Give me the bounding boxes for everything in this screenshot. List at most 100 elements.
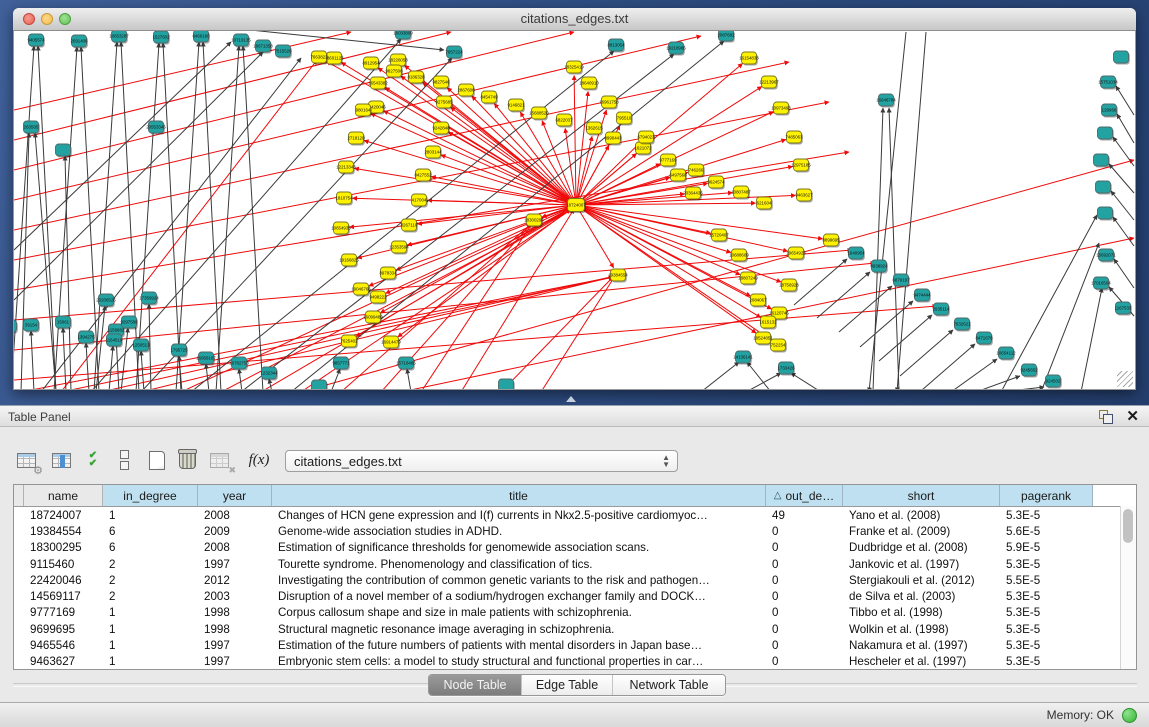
graph-node[interactable]: 15751034	[1098, 76, 1118, 90]
graph-edge-black[interactable]	[38, 46, 56, 389]
graph-node[interactable]: 8899695	[822, 234, 840, 248]
table-cell[interactable]: 1	[103, 655, 198, 668]
graph-node[interactable]: 12213343	[336, 161, 356, 175]
graph-edge-black[interactable]	[839, 286, 892, 332]
graph-node[interactable]: 6822037	[555, 114, 573, 128]
network-canvas[interactable]: 1872400718300295417004826711012353594191…	[13, 31, 1136, 390]
table-cell[interactable]: 9465546	[24, 639, 103, 652]
table-body[interactable]: 1872400712008Changes of HCN gene express…	[14, 507, 1136, 670]
graph-node[interactable]: 7857224	[445, 46, 463, 60]
table-cell[interactable]: 5.9E-5	[1000, 541, 1093, 554]
graph-node[interactable]: 18807249	[738, 272, 758, 286]
graph-node[interactable]: 8813054	[607, 39, 625, 53]
table-row[interactable]: 911546021997Tourette syndrome. Phenomeno…	[14, 556, 1136, 572]
graph-node[interactable]: 9463627	[795, 189, 813, 203]
table-cell[interactable]: 5.3E-5	[1000, 623, 1093, 636]
table-cell[interactable]: 2003	[198, 590, 272, 603]
graph-node[interactable]: 1167533	[1115, 302, 1132, 316]
table-selector-dropdown[interactable]: citations_edges.txt ▲▼	[285, 450, 678, 472]
show-columns-icon[interactable]	[48, 448, 74, 472]
graph-node[interactable]: 10688609	[729, 249, 749, 263]
graph-node[interactable]: 12975185	[791, 159, 811, 173]
table-cell[interactable]: 2012	[198, 574, 272, 587]
graph-edge-black[interactable]	[869, 32, 906, 389]
graph-edge-black[interactable]	[63, 328, 66, 389]
graph-node[interactable]: 16958167	[196, 352, 216, 366]
float-panel-icon[interactable]	[1099, 410, 1113, 424]
graph-node[interactable]: 1810754	[335, 192, 353, 206]
table-cell[interactable]: 5.5E-5	[1000, 574, 1093, 587]
table-cell[interactable]: Franke et al. (2009)	[843, 525, 1000, 538]
graph-edge-black[interactable]	[14, 52, 263, 300]
graph-node-hub[interactable]: 18724007	[566, 199, 586, 214]
table-cell[interactable]: 9699695	[24, 623, 103, 636]
table-cell[interactable]: 22420046	[24, 574, 103, 587]
table-cell[interactable]: Wolkin et al. (1998)	[843, 623, 1000, 636]
table-row[interactable]: 1830029562008Estimation of significance …	[14, 540, 1136, 556]
graph-node[interactable]: 795516	[617, 112, 633, 126]
graph-node[interactable]: 18640910	[579, 77, 599, 91]
graph-node[interactable]: 39154	[24, 319, 40, 333]
graph-node[interactable]	[1098, 127, 1114, 141]
table-cell[interactable]: 2008	[198, 509, 272, 522]
stacked-rows-icon[interactable]	[118, 448, 130, 472]
graph-node[interactable]: 417004	[412, 194, 428, 208]
tab-edge-table[interactable]: Edge Table	[521, 675, 612, 695]
graph-edge-black[interactable]	[1109, 164, 1134, 193]
column-header-name[interactable]: name	[24, 485, 103, 506]
graph-edge-red[interactable]	[576, 91, 588, 205]
graph-edge-black[interactable]	[900, 330, 953, 376]
graph-edge-black[interactable]	[1114, 259, 1134, 288]
table-cell[interactable]: Tourette syndrome. Phenomenology and cla…	[272, 558, 766, 571]
graph-edge-black[interactable]	[1001, 387, 1044, 389]
graph-node[interactable]: 17016504	[1091, 277, 1111, 291]
table-cell[interactable]: Changes of HCN gene expression and I(f) …	[272, 509, 766, 522]
graph-node[interactable]: 1250513	[132, 339, 150, 353]
node-table[interactable]: namein_degreeyeartitle△out_de…shortpager…	[13, 484, 1137, 670]
network-window[interactable]: citations_edges.txt 18724007183002954170…	[13, 8, 1136, 390]
table-row[interactable]: 1938455462009Genome-wide association stu…	[14, 523, 1136, 539]
graph-node[interactable]: 2718120	[347, 132, 365, 146]
graph-node[interactable]: 20364436	[683, 187, 703, 201]
graph-node[interactable]: 16543382	[368, 77, 388, 91]
graph-edge-black[interactable]	[203, 42, 221, 389]
graph-node[interactable]: 19166825	[339, 254, 359, 268]
graph-node[interactable]: 15716485	[396, 357, 416, 371]
graph-edge-black[interactable]	[243, 46, 263, 389]
canvas-resize-grip[interactable]	[1117, 371, 1133, 387]
graph-node[interactable]: 16648784	[876, 94, 896, 108]
table-cell[interactable]: 5.3E-5	[1000, 639, 1093, 652]
table-cell[interactable]: 5.3E-5	[1000, 558, 1093, 571]
graph-node[interactable]	[499, 379, 515, 389]
table-cell[interactable]: 1	[103, 606, 198, 619]
graph-edge-black[interactable]	[407, 369, 411, 389]
graph-node[interactable]: 10719135	[231, 34, 251, 48]
table-cell[interactable]: 0	[766, 606, 843, 619]
table-row[interactable]: 969969511998Structural magnetic resonanc…	[14, 621, 1136, 637]
table-cell[interactable]: Estimation of the future numbers of pati…	[272, 639, 766, 652]
graph-edge-black[interactable]	[121, 42, 139, 389]
graph-edge-red[interactable]	[396, 205, 576, 270]
table-cell[interactable]: 2008	[198, 541, 272, 554]
graph-edge-black[interactable]	[860, 301, 913, 347]
graph-edge-black[interactable]	[21, 133, 29, 389]
table-cell[interactable]: 0	[766, 655, 843, 668]
graph-edge-red[interactable]	[574, 75, 576, 205]
graph-node[interactable]: 20553346	[146, 121, 166, 135]
graph-node[interactable]: 10653287	[109, 31, 129, 44]
scrollbar-thumb[interactable]	[1123, 509, 1133, 543]
graph-node[interactable]: 8990443	[604, 132, 622, 146]
table-cell[interactable]: 0	[766, 623, 843, 636]
graph-edge-red[interactable]	[326, 61, 576, 205]
function-builder-icon[interactable]: f(x)	[244, 448, 274, 472]
graph-node[interactable]: 1394275	[77, 331, 95, 345]
table-cell[interactable]: Structural magnetic resonance image aver…	[272, 623, 766, 636]
graph-node[interactable]	[14, 320, 18, 334]
graph-edge-black[interactable]	[1081, 288, 1102, 389]
graph-node[interactable]: 17359924	[139, 292, 159, 306]
graph-node[interactable]: 7485063	[785, 131, 803, 145]
graph-edge-black[interactable]	[176, 42, 199, 389]
table-row[interactable]: 1872400712008Changes of HCN gene express…	[14, 507, 1136, 523]
graph-node[interactable]: 9242848	[432, 122, 450, 136]
graph-edge-red[interactable]	[14, 62, 789, 230]
